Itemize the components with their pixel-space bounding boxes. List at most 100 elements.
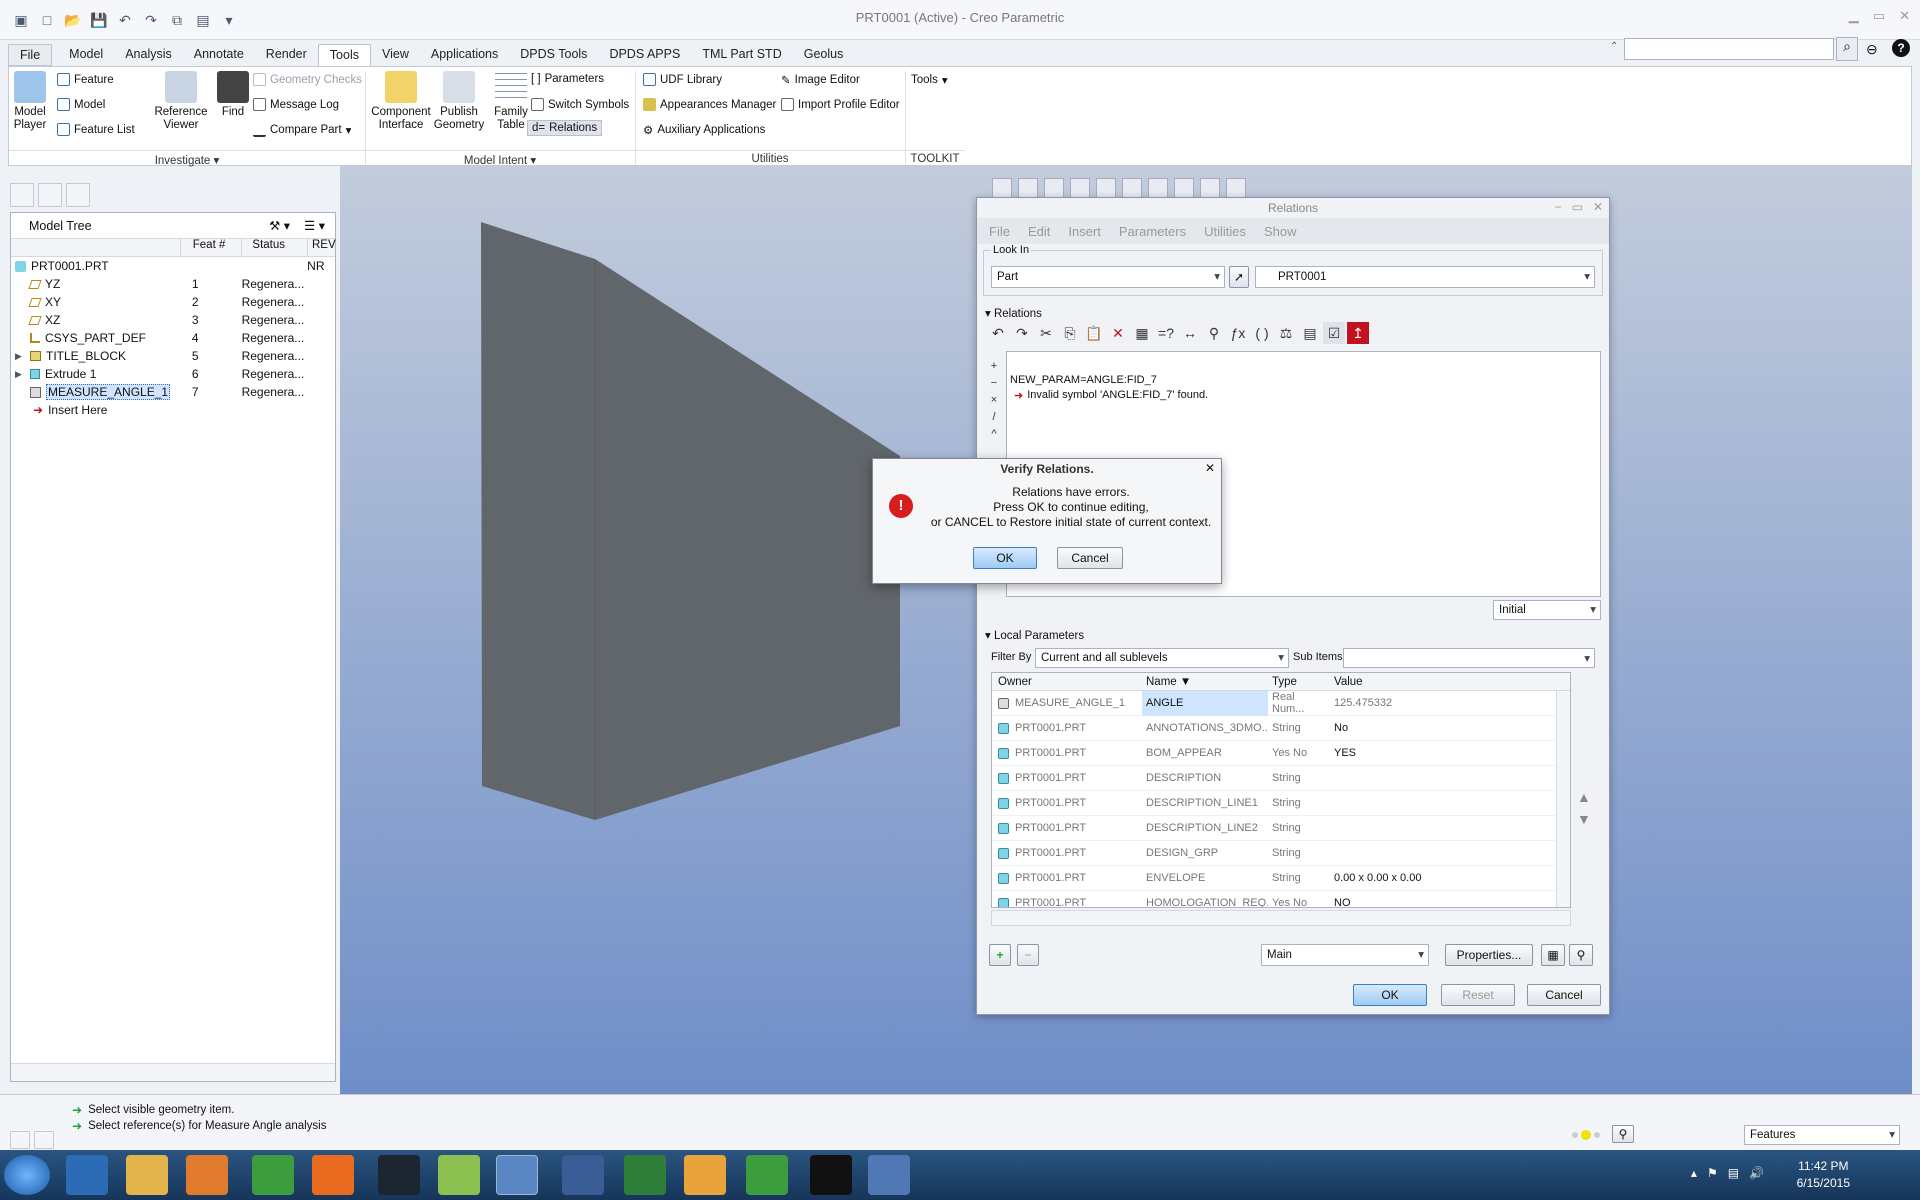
taskbar-ie-icon[interactable] [66,1155,108,1195]
relations-reset-button[interactable]: Reset [1441,984,1515,1006]
tab-geolus[interactable]: Geolus [793,44,855,66]
tab-file[interactable]: File [8,44,53,66]
compare-part-button[interactable]: Compare Part ▾ [253,123,351,137]
tab-applications[interactable]: Applications [420,44,509,66]
local-params-header[interactable]: ▾ Local Parameters [985,628,1084,642]
units-icon[interactable]: ⚖ [1275,322,1297,344]
taskbar-solidworks-icon[interactable] [378,1155,420,1195]
evaluate-icon[interactable]: ▦ [1131,322,1153,344]
refit-icon[interactable] [992,178,1012,198]
select-pointer-icon[interactable]: ➚ [1229,266,1249,288]
sort-icon[interactable]: ⚲ [1203,322,1225,344]
copy-icon[interactable]: ⎘ [1059,322,1081,344]
help-icon[interactable]: ? [1892,39,1910,57]
taskbar-cmd-icon[interactable] [810,1155,852,1195]
maximize-icon[interactable]: ▭ [1873,8,1885,24]
sub-items-select[interactable] [1343,648,1595,669]
params-vertical-scrollbar[interactable] [1556,691,1570,907]
dialog-maximize-icon[interactable]: ▭ [1572,200,1583,214]
tab-model[interactable]: Model [58,44,114,66]
param-value[interactable]: No [1330,722,1550,734]
tree-row[interactable]: ▶ TITLE_BLOCK 5 Regenera... [11,347,335,365]
verify-ok-button[interactable]: OK [973,547,1037,569]
model-player-button[interactable]: Model Player [13,71,47,132]
tree-row[interactable]: MEASURE_ANGLE_1 7 Regenera... [11,383,335,401]
relations-button[interactable]: d= Relations [527,120,603,136]
param-value[interactable]: YES [1330,747,1550,759]
tray-chevron-icon[interactable]: ▴ [1691,1166,1697,1180]
tray-flag-icon[interactable]: ⚑ [1707,1166,1718,1180]
paste-icon[interactable]: 📋 [1083,322,1105,344]
search-icon[interactable]: ⌕ [1836,37,1858,61]
taskbar-chrome-icon[interactable] [252,1155,294,1195]
cut-icon[interactable]: ✂ [1035,322,1057,344]
saved-views-icon[interactable] [1122,178,1142,198]
insert-here-row[interactable]: ➜ Insert Here [11,401,335,419]
zoom-out-icon[interactable] [1044,178,1064,198]
delete-icon[interactable]: ✕ [1107,322,1129,344]
geometry-checks-button[interactable]: Geometry Checks [253,73,362,86]
param-value[interactable]: NO [1330,897,1550,907]
navigator-toggle-icon[interactable] [10,1131,30,1149]
image-editor-button[interactable]: ✎ Image Editor [781,73,860,87]
properties-button[interactable]: Properties... [1445,944,1533,966]
find-icon[interactable]: ⚲ [1612,1125,1634,1143]
dialog-close-icon[interactable]: ✕ [1593,200,1603,214]
table-view-icon[interactable]: ▦ [1541,944,1565,966]
feature-list-button[interactable]: Feature List [57,123,135,136]
tab-dpds-tools[interactable]: DPDS Tools [509,44,598,66]
relations-menu-edit[interactable]: Edit [1028,224,1050,239]
column-status[interactable]: Status [241,239,307,256]
main-select[interactable]: Main [1261,944,1429,966]
column-owner[interactable]: Owner [992,676,1142,688]
param-row[interactable]: PRT0001.PRT DESIGN_GRP String [992,841,1570,866]
look-in-object-select[interactable]: PRT0001 [1255,266,1595,288]
component-interface-button[interactable]: Component Interface [371,71,431,132]
relations-menu-show[interactable]: Show [1264,224,1297,239]
tree-filters-icon[interactable]: ☰ ▾ [304,218,325,233]
taskbar-outlook-icon[interactable] [684,1155,726,1195]
parameters-button[interactable]: [ ] Parameters [531,73,604,85]
param-row[interactable]: PRT0001.PRT DESCRIPTION String [992,766,1570,791]
param-row[interactable]: PRT0001.PRT ANNOTATIONS_3DMO... String No [992,716,1570,741]
remove-parameter-button[interactable]: − [1017,944,1039,966]
show-dimensions-icon[interactable]: ▤ [1299,322,1321,344]
operator-buttons[interactable]: + − × / ^ [986,358,1002,443]
tree-horizontal-scrollbar[interactable] [11,1063,335,1081]
taskbar-firefox-icon[interactable] [312,1155,354,1195]
column-value[interactable]: Value [1330,676,1550,688]
find-params-icon[interactable]: ⚲ [1569,944,1593,966]
dimension-icon[interactable]: ↔ [1179,322,1201,344]
group-investigate[interactable]: Investigate ▾ [9,150,365,167]
add-parameter-button[interactable]: + [989,944,1011,966]
function-icon[interactable]: ƒx [1227,322,1249,344]
tab-view[interactable]: View [371,44,420,66]
tab-tml-part-std[interactable]: TML Part STD [691,44,792,66]
dialog-minimize-icon[interactable]: − [1555,200,1562,214]
verify-relations-icon[interactable]: ☑ [1323,322,1345,344]
look-in-type-select[interactable]: Part [991,266,1225,288]
column-type[interactable]: Type [1268,676,1330,688]
tab-tools[interactable]: Tools [317,44,371,66]
tree-row[interactable]: CSYS_PART_DEF 4 Regenera... [11,329,335,347]
tab-render[interactable]: Render [255,44,318,66]
tab-dpds-apps[interactable]: DPDS APPS [598,44,691,66]
taskbar-network-icon[interactable] [562,1155,604,1195]
param-row[interactable]: MEASURE_ANGLE_1 ANGLE Real Num... 125.47533… [992,690,1570,716]
appearances-manager-button[interactable]: Appearances Manager [643,98,776,111]
tree-settings-icon[interactable]: ⚒ ▾ [269,218,290,233]
sort-relations-icon[interactable]: ↥ [1347,322,1369,344]
start-button[interactable] [4,1155,50,1195]
udf-library-button[interactable]: UDF Library [643,73,722,86]
column-rev[interactable]: REV [307,239,336,256]
tree-row[interactable]: XY 2 Regenera... [11,293,335,311]
favorites-tab-icon[interactable] [66,183,90,207]
params-horizontal-scrollbar[interactable] [991,910,1571,926]
taskbar-remote-icon[interactable] [624,1155,666,1195]
tray-volume-icon[interactable]: 🔊 [1749,1166,1764,1180]
spin-center-icon[interactable] [1226,178,1246,198]
evaluate-expression-icon[interactable]: =? [1155,322,1177,344]
param-value[interactable]: 0.00 x 0.00 x 0.00 [1330,872,1550,884]
view-manager-icon[interactable] [1148,178,1168,198]
tree-row[interactable]: ▶ Extrude 1 6 Regenera... [11,365,335,383]
